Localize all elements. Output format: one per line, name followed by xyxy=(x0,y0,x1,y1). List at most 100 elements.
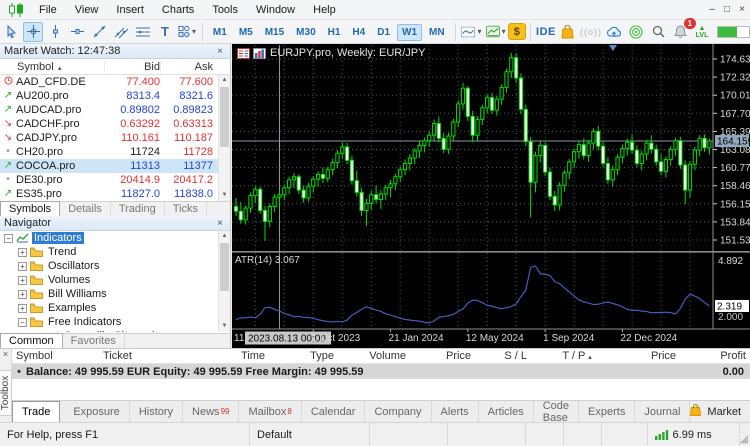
market-button[interactable]: Market xyxy=(690,404,741,419)
indicators-button[interactable]: ▾ xyxy=(485,22,507,42)
chart-type-button[interactable]: ▾ xyxy=(460,22,482,42)
market-watch-row[interactable]: •DE30.pro20414.920417.2 xyxy=(0,173,230,187)
scroll-up-icon[interactable]: ▲ xyxy=(219,75,230,86)
expand-icon[interactable]: + xyxy=(18,290,27,299)
tree-item-bill-williams[interactable]: +Bill Williams xyxy=(0,287,230,301)
toolbox-tab-alerts[interactable]: Alerts xyxy=(432,401,479,422)
expand-icon[interactable]: + xyxy=(18,304,27,313)
expand-icon[interactable]: + xyxy=(18,262,27,271)
timeframe-d1[interactable]: D1 xyxy=(372,24,395,41)
toolbox-tab-calendar[interactable]: Calendar xyxy=(302,401,366,422)
toolbox-tab-journal[interactable]: Journal xyxy=(635,401,690,422)
column-price[interactable]: Price xyxy=(410,350,475,362)
market-watch-column-header[interactable]: Symbol ▲ Bid Ask xyxy=(0,59,230,75)
market-watch-row[interactable]: ↘CADJPY.pro110.161110.187 xyxy=(0,131,230,145)
market-watch-row[interactable]: •CH20.pro1172411728 xyxy=(0,145,230,159)
market-button[interactable] xyxy=(558,22,578,42)
tree-item-examples[interactable]: +Examples xyxy=(0,301,230,315)
scroll-down-icon[interactable]: ▼ xyxy=(219,321,230,332)
market-watch-row[interactable]: ↗COCOA.pro1131311377 xyxy=(0,159,230,173)
navigator-scrollbar[interactable]: ▲ ▼ xyxy=(218,231,230,332)
column-profit[interactable]: Profit xyxy=(680,350,750,362)
menu-item-file[interactable]: File xyxy=(30,2,66,18)
cloud-button[interactable] xyxy=(604,22,624,42)
balance-row[interactable]: • Balance: 49 995.59 EUR Equity: 49 995.… xyxy=(12,364,750,379)
channel-tool-button[interactable] xyxy=(111,22,131,42)
toolbox-tab-mailbox[interactable]: Mailbox8 xyxy=(239,401,301,422)
tab-common[interactable]: Common xyxy=(0,333,63,348)
signals-button[interactable]: ((o)) xyxy=(580,22,602,42)
toolbox-tab-news[interactable]: News99 xyxy=(183,401,239,422)
column-symbol[interactable]: Symbol ▲ xyxy=(0,61,104,73)
tab-trading[interactable]: Trading xyxy=(111,202,165,216)
menu-item-view[interactable]: View xyxy=(66,2,108,18)
toolbox-tab-code-base[interactable]: Code Base xyxy=(534,401,579,422)
crosshair-tool-button[interactable] xyxy=(23,22,43,42)
close-icon[interactable]: × xyxy=(214,218,226,229)
collapse-icon[interactable]: − xyxy=(4,234,13,243)
column-type[interactable]: Type xyxy=(269,350,338,362)
market-watch-row[interactable]: ↗AUDCAD.pro0.898020.89823 xyxy=(0,103,230,117)
menu-item-charts[interactable]: Charts xyxy=(153,2,203,18)
close-icon[interactable]: × xyxy=(214,46,226,57)
market-watch-row[interactable]: ↗ES35.pro11827.011838.0 xyxy=(0,187,230,201)
resize-grip[interactable]: ◢ xyxy=(740,423,750,446)
tab-ticks[interactable]: Ticks xyxy=(165,202,207,216)
column-bid[interactable]: Bid xyxy=(104,61,160,73)
tree-item-oscillators[interactable]: +Oscillators xyxy=(0,259,230,273)
market-watch-row[interactable]: ↗AU200.pro8313.48321.6 xyxy=(0,89,230,103)
menu-item-window[interactable]: Window xyxy=(247,2,304,18)
expand-icon[interactable]: + xyxy=(18,276,27,285)
tree-item-volumes[interactable]: +Volumes xyxy=(0,273,230,287)
chart-window[interactable]: 174.630172.320170.010167.700165.390163.0… xyxy=(232,44,750,348)
search-button[interactable] xyxy=(648,22,668,42)
timeframe-mn[interactable]: MN xyxy=(424,24,450,41)
menu-item-insert[interactable]: Insert xyxy=(107,2,153,18)
scrollbar-thumb[interactable] xyxy=(220,87,229,147)
status-latency[interactable]: 6.99 ms xyxy=(648,423,740,446)
tab-details[interactable]: Details xyxy=(60,202,111,216)
column-symbol[interactable]: Symbol xyxy=(12,350,99,362)
cursor-tool-button[interactable] xyxy=(1,22,21,42)
tree-item-camarilla-channel[interactable]: Camarilla Channel xyxy=(0,329,230,332)
menu-item-tools[interactable]: Tools xyxy=(203,2,247,18)
notifications-button[interactable]: 1 xyxy=(670,22,690,42)
toolbox-vertical-tab[interactable]: Toolbox xyxy=(0,370,12,416)
close-button[interactable]: × xyxy=(735,4,749,15)
column-tp[interactable]: T / P ▲ xyxy=(531,350,597,362)
tree-item-trend[interactable]: +Trend xyxy=(0,245,230,259)
text-tool-button[interactable]: T xyxy=(155,22,175,42)
toolbox-tab-trade[interactable]: Trade xyxy=(12,401,60,422)
collapse-icon[interactable]: − xyxy=(18,318,27,327)
tab-symbols[interactable]: Symbols xyxy=(0,201,60,216)
tree-item-indicators[interactable]: −Indicators xyxy=(0,231,230,245)
toolbox-tab-history[interactable]: History xyxy=(130,401,183,422)
vertical-line-tool-button[interactable] xyxy=(45,22,65,42)
timeframe-m1[interactable]: M1 xyxy=(208,24,232,41)
candlestick-chart[interactable]: 174.630172.320170.010167.700165.390163.0… xyxy=(232,44,750,348)
menu-item-help[interactable]: Help xyxy=(304,2,345,18)
shapes-tool-button[interactable]: ▾ xyxy=(177,22,197,42)
fibonacci-tool-button[interactable] xyxy=(133,22,153,42)
new-order-button[interactable]: $ xyxy=(508,23,526,40)
market-watch-row[interactable]: ↘CADCHF.pro0.632920.63313 xyxy=(0,117,230,131)
column-sl[interactable]: S / L xyxy=(475,350,531,362)
toolbox-tab-articles[interactable]: Articles xyxy=(479,401,534,422)
timeframe-w1[interactable]: W1 xyxy=(397,24,422,41)
column-time[interactable]: Time xyxy=(164,350,269,362)
scroll-down-icon[interactable]: ▼ xyxy=(219,190,230,201)
ide-button[interactable]: IDE xyxy=(536,22,556,42)
scroll-up-icon[interactable]: ▲ xyxy=(219,231,230,242)
close-icon[interactable]: × xyxy=(0,349,11,359)
column-price[interactable]: Price xyxy=(597,350,680,362)
tree-item-free-indicators[interactable]: −Free Indicators xyxy=(0,315,230,329)
expand-icon[interactable]: + xyxy=(18,248,27,257)
column-ticket[interactable]: Ticket xyxy=(99,350,164,362)
market-watch-row[interactable]: AAD_CFD.DE77.40077.600 xyxy=(0,75,230,89)
toolbox-tab-company[interactable]: Company xyxy=(365,401,431,422)
minimize-button[interactable]: – xyxy=(705,4,719,15)
trendline-tool-button[interactable] xyxy=(89,22,109,42)
timeframe-m30[interactable]: M30 xyxy=(291,24,320,41)
column-volume[interactable]: Volume xyxy=(338,350,410,362)
timeframe-h4[interactable]: H4 xyxy=(347,24,370,41)
